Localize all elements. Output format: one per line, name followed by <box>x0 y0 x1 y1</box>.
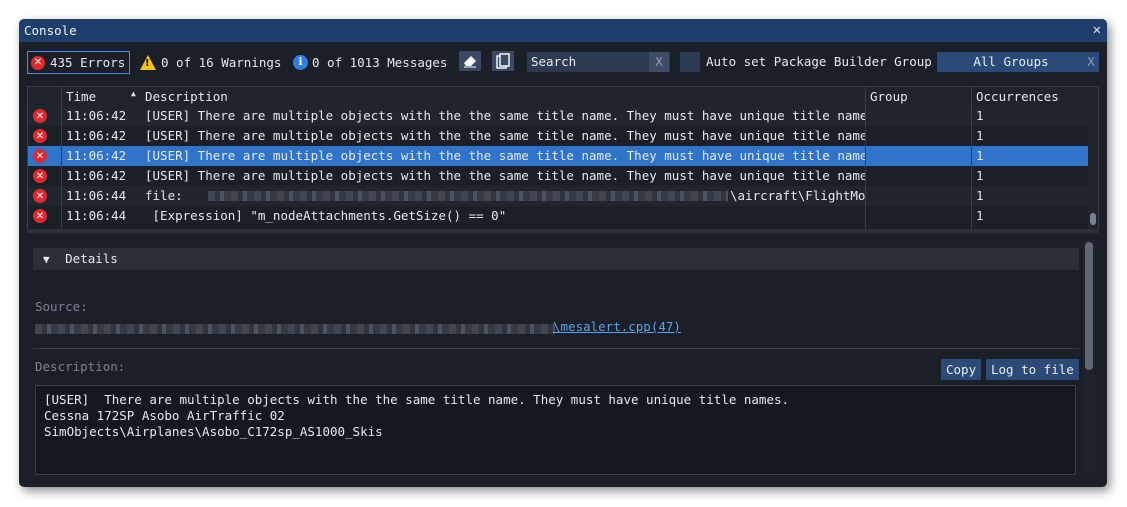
table-scroll-thumb[interactable] <box>1090 213 1096 225</box>
description-line: SimObjects\Airplanes\Asobo_C172sp_AS1000… <box>44 424 383 439</box>
table-splitter[interactable] <box>27 229 1099 233</box>
error-icon: ✕ <box>33 109 47 123</box>
messages-count-label: 0 of 1013 Messages <box>312 54 448 70</box>
table-row[interactable]: ✕ 11:06:42 [USER] There are multiple obj… <box>28 166 1088 186</box>
warning-icon: ! <box>140 54 156 70</box>
sort-ascending-icon: ▲ <box>131 89 136 98</box>
source-label: Source: <box>35 299 88 314</box>
error-icon: ✕ <box>33 189 47 203</box>
errors-count-label: 435 Errors <box>50 55 126 70</box>
row-time: 11:06:44 <box>66 208 127 223</box>
close-icon[interactable]: ✕ <box>1093 19 1101 42</box>
details-panel: ▼ Details Source: \mesalert.cpp(47) Desc… <box>27 240 1079 487</box>
window-title: Console <box>24 23 77 38</box>
messages-filter-toggle[interactable]: i 0 of 1013 Messages <box>293 51 447 73</box>
copy-button[interactable]: Copy <box>941 359 982 380</box>
column-divider <box>61 87 62 230</box>
error-icon: ✕ <box>31 55 45 70</box>
table-row[interactable]: ✕ 11:06:44 [Expression] "m_nodeAttachmen… <box>28 206 1088 226</box>
title-bar: Console ✕ <box>19 19 1107 42</box>
table-scrollbar[interactable] <box>1088 87 1098 230</box>
divider <box>33 348 1079 349</box>
log-to-file-button[interactable]: Log to file <box>986 359 1079 380</box>
console-table: Time ▲ Description Group Occurrences ✕ 1… <box>27 86 1099 231</box>
row-occurrences: 1 <box>976 128 984 143</box>
collapse-triangle-icon: ▼ <box>43 253 50 266</box>
row-occurrences: 1 <box>976 108 984 123</box>
row-description: file: <box>145 188 183 203</box>
copy-all-button[interactable] <box>492 51 514 71</box>
column-divider <box>971 87 972 230</box>
details-header[interactable]: ▼ Details <box>33 248 1079 270</box>
table-row[interactable]: ✕ 11:06:42 [USER] There are multiple obj… <box>28 126 1088 146</box>
row-time: 11:06:42 <box>66 128 127 143</box>
row-occurrences: 1 <box>976 168 984 183</box>
row-time: 11:06:44 <box>66 188 127 203</box>
column-occurrences[interactable]: Occurrences <box>976 87 1059 106</box>
details-title: Details <box>65 251 118 266</box>
row-description: [USER] There are multiple objects with t… <box>145 108 865 123</box>
row-time: 11:06:42 <box>66 168 127 183</box>
row-time: 11:06:42 <box>66 108 127 123</box>
table-header: Time ▲ Description Group Occurrences <box>28 87 1088 107</box>
error-icon: ✕ <box>33 149 47 163</box>
details-scrollbar[interactable] <box>1083 240 1095 472</box>
description-label: Description: <box>35 359 126 374</box>
description-text-box[interactable]: [USER] There are multiple objects with t… <box>35 385 1076 475</box>
row-description: [Expression] "m_nodeAttachments.GetSize(… <box>145 208 507 223</box>
column-divider <box>865 87 866 230</box>
table-row[interactable]: ✕ 11:06:42 [USER] There are multiple obj… <box>28 106 1088 126</box>
source-file-link[interactable]: \mesalert.cpp(47) <box>553 319 681 334</box>
group-select[interactable]: All Groups <box>937 52 1099 72</box>
row-time: 11:06:42 <box>66 148 127 163</box>
redacted-source-path <box>35 324 555 334</box>
row-description: [USER] There are multiple objects with t… <box>145 168 865 183</box>
eraser-icon <box>464 56 476 68</box>
error-icon: ✕ <box>33 209 47 223</box>
toolbar: ✕ 435 Errors ! 0 of 16 Warnings i 0 of 1… <box>19 47 1107 77</box>
column-time[interactable]: Time <box>66 87 96 106</box>
column-group[interactable]: Group <box>870 87 908 106</box>
row-occurrences: 1 <box>976 188 984 203</box>
auto-set-group-label: Auto set Package Builder Group <box>706 54 932 69</box>
row-description: [USER] There are multiple objects with t… <box>145 148 865 163</box>
column-description[interactable]: Description <box>145 87 228 106</box>
table-row-selected[interactable]: ✕ 11:06:42 [USER] There are multiple obj… <box>28 146 1088 166</box>
description-line: [USER] There are multiple objects with t… <box>44 392 790 407</box>
error-icon: ✕ <box>33 129 47 143</box>
row-description-tail: \aircraft\FlightMod <box>730 188 865 203</box>
table-row[interactable]: ✕ 11:06:44 file: \aircraft\FlightMod 1 <box>28 186 1088 206</box>
description-line: Cessna 172SP Asobo AirTraffic 02 <box>44 408 285 423</box>
redacted-path <box>208 191 728 201</box>
warnings-filter-toggle[interactable]: ! 0 of 16 Warnings <box>140 51 281 73</box>
search-clear-button[interactable]: X <box>649 52 669 72</box>
row-occurrences: 1 <box>976 208 984 223</box>
copy-icon <box>496 53 510 69</box>
console-window: Console ✕ ✕ 435 Errors ! 0 of 16 Warning… <box>19 19 1107 487</box>
group-clear-button[interactable]: X <box>1083 52 1099 72</box>
info-icon: i <box>293 54 308 70</box>
error-icon: ✕ <box>33 169 47 183</box>
row-description: [USER] There are multiple objects with t… <box>145 128 865 143</box>
auto-set-group-checkbox[interactable] <box>680 52 700 72</box>
warnings-count-label: 0 of 16 Warnings <box>161 54 282 70</box>
clear-console-button[interactable] <box>459 51 481 71</box>
errors-filter-toggle[interactable]: ✕ 435 Errors <box>27 51 131 74</box>
details-scroll-thumb[interactable] <box>1085 242 1093 370</box>
row-occurrences: 1 <box>976 148 984 163</box>
